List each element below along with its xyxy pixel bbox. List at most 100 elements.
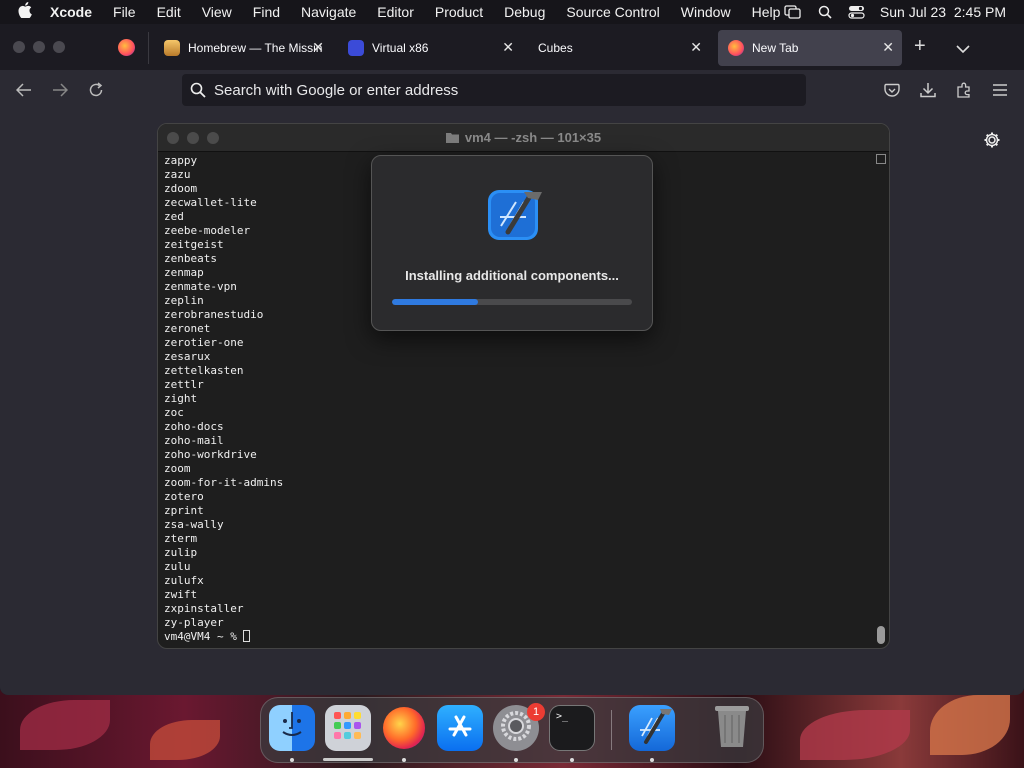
terminal-line: zerotier-one: [164, 336, 244, 349]
running-indicator: [570, 758, 574, 762]
install-progress-bar: [392, 299, 632, 305]
terminal-line: zxpinstaller: [164, 602, 244, 615]
gear-icon[interactable]: [983, 131, 1001, 154]
dock-xcode[interactable]: [629, 705, 675, 751]
virtual-x86-icon: [348, 40, 364, 56]
dock-trash[interactable]: [709, 705, 755, 751]
terminal-line: zterm: [164, 532, 198, 545]
close-tab-icon[interactable]: ✕: [882, 39, 894, 56]
app-store-icon: [445, 711, 475, 746]
wallpaper-leaf: [800, 710, 910, 760]
tab-label: Virtual x86: [372, 41, 429, 55]
apple-menu-icon[interactable]: [18, 1, 36, 23]
menu-debug[interactable]: Debug: [504, 4, 545, 20]
terminal-prompt-line[interactable]: vm4@VM4 ~ %: [164, 630, 864, 644]
tab-bar: Homebrew — The Missin ✕ Virtual x86 ✕ Cu…: [0, 26, 1024, 70]
extensions-icon[interactable]: [954, 80, 974, 100]
dock: 1 >_: [260, 697, 764, 763]
tab-label: Cubes: [538, 41, 573, 55]
dock-separator: [611, 710, 612, 750]
menu-product[interactable]: Product: [435, 4, 483, 20]
running-indicator: [290, 758, 294, 762]
tab-homebrew[interactable]: Homebrew — The Missin ✕: [154, 30, 332, 66]
close-tab-icon[interactable]: ✕: [312, 39, 324, 56]
menu-edit[interactable]: Edit: [157, 4, 181, 20]
firefox-icon: [728, 40, 744, 56]
running-indicator: [402, 758, 406, 762]
trash-icon: [713, 703, 751, 754]
reload-icon[interactable]: [86, 80, 106, 100]
dock-finder[interactable]: [269, 705, 315, 751]
menu-clock[interactable]: Sun Jul 23 2:45 PM: [880, 4, 1006, 20]
tab-separator: [148, 32, 149, 64]
zoom-window-button[interactable]: [53, 41, 65, 53]
terminal-title: vm4 — -zsh — 101×35: [158, 130, 889, 146]
minimize-window-button[interactable]: [33, 41, 45, 53]
dock-scroll-indicator: [323, 758, 373, 761]
menu-source-control[interactable]: Source Control: [566, 4, 659, 20]
menu-window[interactable]: Window: [681, 4, 731, 20]
dock-launchpad[interactable]: [325, 705, 371, 751]
homebrew-icon: [164, 40, 180, 56]
scrollbar-thumb[interactable]: [877, 626, 885, 644]
search-icon[interactable]: [816, 5, 834, 19]
terminal-prompt: vm4@VM4 ~ %: [164, 630, 244, 643]
terminal-title-text: vm4 — -zsh — 101×35: [464, 130, 602, 145]
new-tab-button[interactable]: +: [914, 35, 926, 58]
dock-system-settings[interactable]: 1: [493, 703, 545, 751]
terminal-line: zight: [164, 392, 198, 405]
running-indicator: [650, 758, 654, 762]
menu-bar: Xcode File Edit View Find Navigate Edito…: [0, 0, 1024, 24]
terminal-line: zsa-wally: [164, 518, 224, 531]
terminal-line: zwift: [164, 588, 198, 601]
wallpaper-leaf: [930, 695, 1010, 755]
notification-badge: 1: [527, 703, 545, 721]
menu-editor[interactable]: Editor: [377, 4, 414, 20]
menu-find[interactable]: Find: [253, 4, 280, 20]
dock-app-store[interactable]: [437, 705, 483, 751]
forward-arrow-icon[interactable]: [50, 80, 70, 100]
tab-new-tab[interactable]: New Tab ✕: [718, 30, 902, 66]
menu-help[interactable]: Help: [752, 4, 781, 20]
menu-app-name[interactable]: Xcode: [50, 4, 92, 20]
close-tab-icon[interactable]: ✕: [690, 39, 702, 56]
install-components-dialog: Installing additional components...: [371, 155, 653, 331]
xcode-icon: [632, 706, 672, 751]
wallpaper-leaf: [150, 720, 220, 760]
terminal-line: zoom: [164, 462, 191, 475]
screen-mirroring-icon[interactable]: [784, 5, 802, 19]
tab-list-chevron-icon[interactable]: [956, 41, 970, 59]
terminal-line: zulufx: [164, 574, 204, 587]
firefox-view-icon[interactable]: [118, 39, 135, 56]
address-bar[interactable]: [182, 74, 806, 106]
terminal-scrollbar[interactable]: [875, 154, 887, 646]
control-center-icon[interactable]: [848, 5, 866, 19]
close-window-button[interactable]: [13, 41, 25, 53]
terminal-line: zy-player: [164, 616, 224, 629]
downloads-icon[interactable]: [918, 80, 938, 100]
terminal-cursor: [243, 630, 251, 642]
terminal-line: zotero: [164, 490, 204, 503]
terminal-line: zettelkasten: [164, 364, 244, 377]
pocket-icon[interactable]: [882, 80, 902, 100]
terminal-line: zoho-docs: [164, 420, 224, 433]
dock-terminal[interactable]: >_: [549, 705, 595, 751]
tab-cubes[interactable]: Cubes ✕: [528, 30, 710, 66]
xcode-app-icon: [486, 184, 542, 240]
close-tab-icon[interactable]: ✕: [502, 39, 514, 56]
terminal-line: zoho-workdrive: [164, 448, 257, 461]
install-progress-fill: [392, 299, 479, 305]
nav-toolbar: [0, 70, 1024, 110]
scrollbar-cap: [876, 154, 886, 164]
url-input[interactable]: [214, 81, 774, 99]
folder-icon: [445, 131, 459, 146]
terminal-titlebar[interactable]: vm4 — -zsh — 101×35: [158, 124, 889, 152]
wallpaper-leaf: [20, 700, 110, 750]
menu-file[interactable]: File: [113, 4, 136, 20]
menu-view[interactable]: View: [202, 4, 232, 20]
dock-firefox[interactable]: [381, 705, 427, 751]
tab-virtual-x86[interactable]: Virtual x86 ✕: [338, 30, 522, 66]
back-arrow-icon[interactable]: [14, 80, 34, 100]
menu-navigate[interactable]: Navigate: [301, 4, 356, 20]
menu-hamburger-icon[interactable]: [990, 80, 1010, 100]
